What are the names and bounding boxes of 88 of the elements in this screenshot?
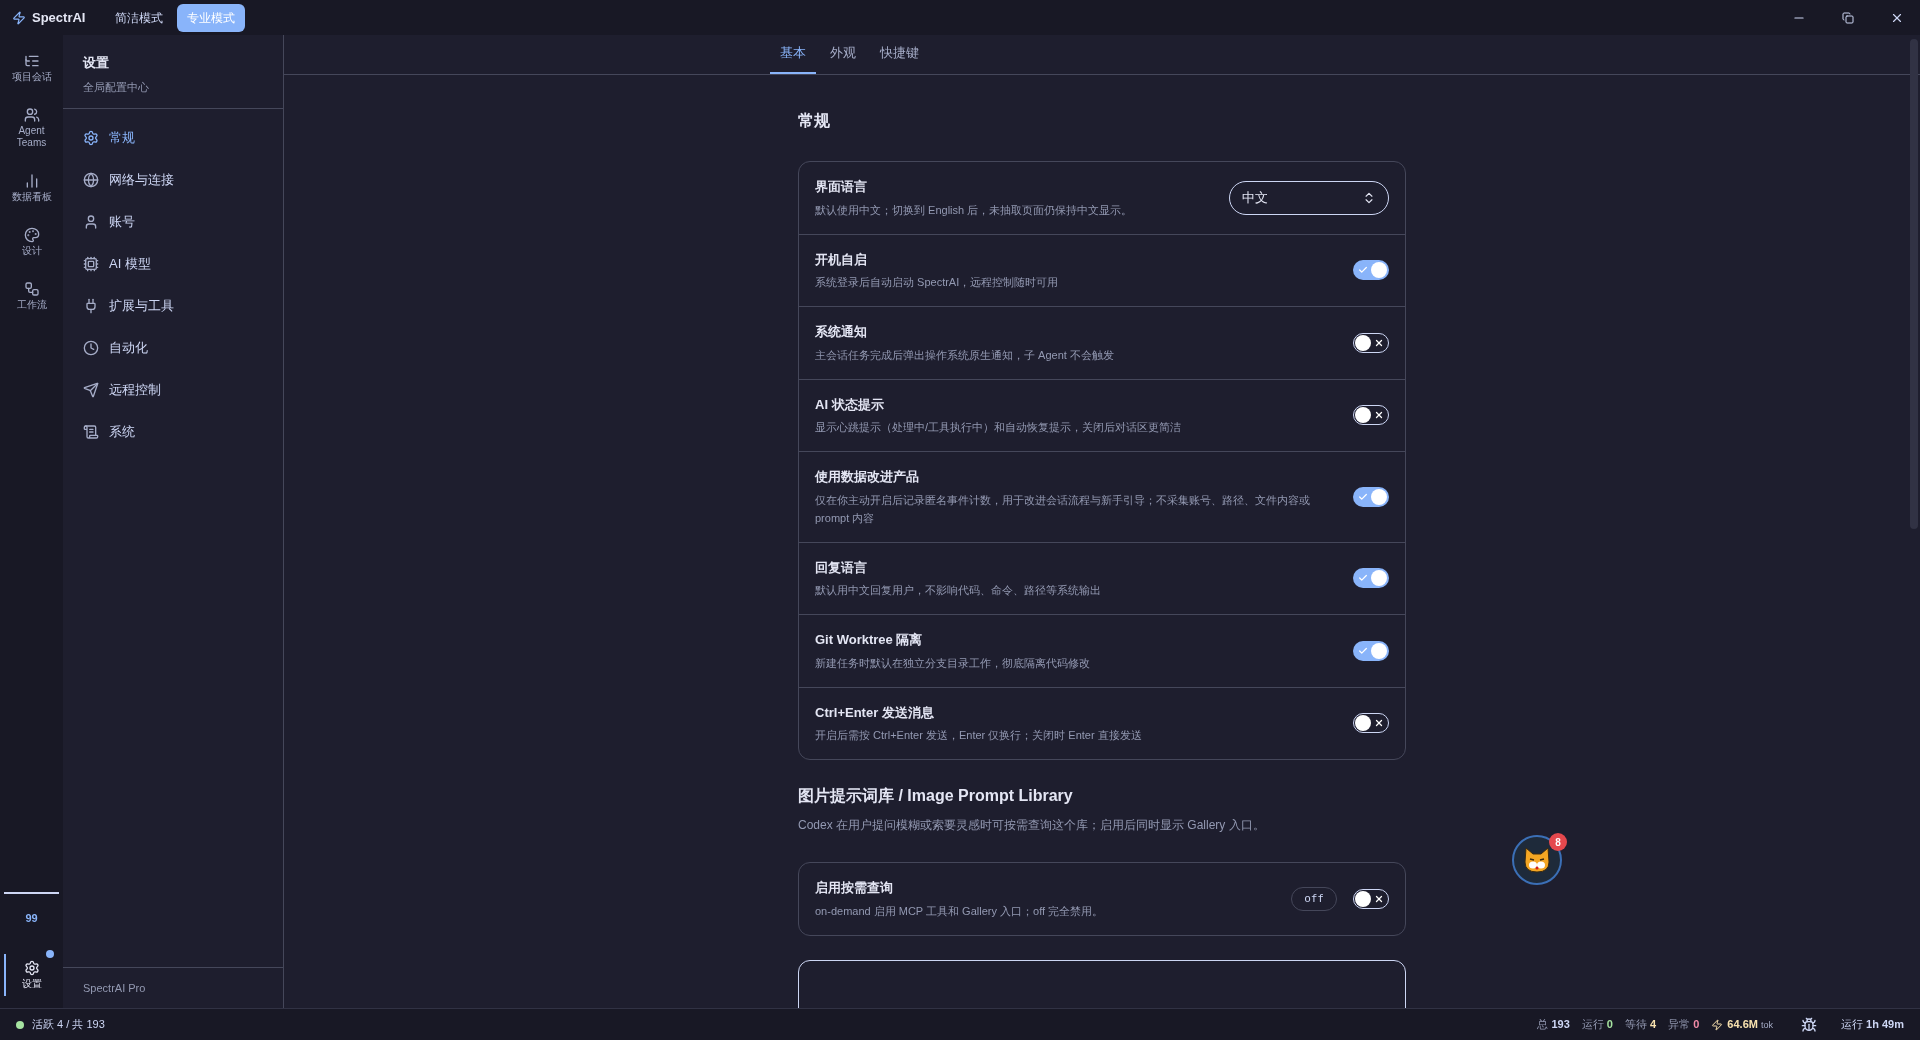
sidebar-subtitle: 全局配置中心 <box>83 79 150 95</box>
sidebar-item[interactable]: 扩展与工具 <box>73 285 273 327</box>
bolt-icon <box>12 10 26 25</box>
sidebar-item[interactable]: 账号 <box>73 201 273 243</box>
toggle-switch[interactable] <box>1353 568 1389 589</box>
chip-icon <box>83 256 99 272</box>
settings-icon <box>83 130 99 146</box>
setting-title: 启用按需查询 <box>815 879 894 897</box>
scrollbar-thumb[interactable] <box>1910 39 1918 529</box>
clock-icon <box>83 340 99 356</box>
toggle-switch[interactable] <box>1353 486 1389 507</box>
toggle-switch[interactable] <box>1353 260 1389 281</box>
sidebar-item[interactable]: 自动化 <box>73 327 273 369</box>
app-name: SpectrAI <box>32 8 86 27</box>
status-stat: 运行 0 <box>1581 1017 1613 1033</box>
sidebar-title: 设置 <box>83 54 110 72</box>
sidebar-item[interactable]: 系统 <box>73 411 273 453</box>
edition-label: SpectrAI Pro <box>83 980 146 996</box>
rail-item[interactable]: 设计 <box>5 221 58 263</box>
setting-description: 显示心跳提示（处理中/工具执行中）和自动恢复提示，关闭后对话区更简洁 <box>815 420 1183 435</box>
token-count: 64.6M tok <box>1727 1017 1773 1033</box>
tab[interactable]: 基本 <box>770 34 816 74</box>
setting-description: 新建任务时默认在独立分支目录工作，彻底隔离代码修改 <box>815 655 1091 671</box>
cat-icon <box>1522 846 1552 874</box>
status-stat: 异常 0 <box>1668 1017 1700 1033</box>
users-icon <box>23 107 40 123</box>
toggle-switch[interactable] <box>1353 332 1389 353</box>
check-icon <box>1358 491 1368 502</box>
toggle-switch[interactable] <box>1353 405 1389 426</box>
palette-icon <box>23 227 40 243</box>
bug-icon[interactable] <box>1801 1016 1817 1033</box>
tab[interactable]: 快捷键 <box>870 34 929 74</box>
setting-title: 界面语言 <box>815 178 868 196</box>
tab[interactable]: 外观 <box>820 34 866 74</box>
plug-icon <box>83 298 99 314</box>
sidebar-item[interactable]: 远程控制 <box>73 369 273 411</box>
assistant-button[interactable] <box>1512 835 1562 885</box>
setting-description: 默认使用中文；切换到 English 后，未抽取页面仍保持中文显示。 <box>815 202 1134 218</box>
sidebar-item[interactable]: AI 模型 <box>73 243 273 285</box>
rail-item[interactable]: 工作流 <box>5 275 58 317</box>
rail-item[interactable]: 项目会话 <box>5 47 58 89</box>
globe-icon <box>83 172 99 188</box>
status-stat: 等待 4 <box>1625 1017 1657 1033</box>
setting-title: 开机自启 <box>815 250 868 269</box>
sidebar-item[interactable]: 网络与连接 <box>73 159 273 201</box>
close-icon <box>1374 718 1384 729</box>
check-icon <box>1358 573 1368 584</box>
setting-description: 主会话任务完成后弹出操作系统原生通知，子 Agent 不会触发 <box>815 347 1115 363</box>
setting-title: 回复语言 <box>815 558 868 577</box>
setting-title: AI 状态提示 <box>815 395 885 414</box>
settings-icon <box>23 960 40 976</box>
status-stat: 总 193 <box>1537 1017 1570 1033</box>
check-icon <box>1358 645 1368 656</box>
close-icon <box>1374 410 1384 421</box>
section-heading: 图片提示词库 / Image Prompt Library <box>798 786 1074 806</box>
setting-description: on-demand 启用 MCP 工具和 Gallery 入口；off 完全禁用。 <box>815 903 1105 919</box>
close-icon <box>1374 893 1384 904</box>
close-icon <box>1374 337 1384 348</box>
mode-tab[interactable]: 简洁模式 <box>105 3 174 32</box>
setting-description: 仅在你主动开启后记录匿名事件计数，用于改进会话流程与新手引导；不采集账号、路径、文件内容或 prompt 内容 <box>815 492 1311 526</box>
rail-item[interactable]: 数据看板 <box>5 167 58 209</box>
restore-icon[interactable] <box>1842 11 1854 24</box>
setting-description: 默认用中文回复用户，不影响代码、命令、路径等系统输出 <box>815 583 1102 598</box>
section-description: Codex 在用户提问模糊或索要灵感时可按需查询这个库；启用后同时显示 Gallery 入口。 <box>798 817 1266 834</box>
counter: 99 <box>25 910 38 926</box>
uptime: 运行 1h 49m <box>1841 1017 1904 1033</box>
tree-icon <box>23 53 40 69</box>
toggle-switch[interactable] <box>1353 888 1389 909</box>
setting-description: 系统登录后自动启动 SpectrAI，远程控制随时可用 <box>815 275 1060 290</box>
toggle-switch[interactable] <box>1353 713 1389 734</box>
check-icon <box>1358 265 1368 276</box>
sidebar-item[interactable]: 常规 <box>73 117 273 159</box>
setting-description: 开启后需按 Ctrl+Enter 发送，Enter 仅换行；关闭时 Enter 直接发送 <box>815 728 1143 743</box>
setting-title: 使用数据改进产品 <box>815 468 920 486</box>
setting-title: Ctrl+Enter 发送消息 <box>815 703 935 722</box>
rail-item[interactable]: 设置 <box>21 954 42 996</box>
scroll-icon <box>83 424 99 440</box>
section-heading: 常规 <box>798 111 831 131</box>
setting-title: Git Worktree 隔离 <box>815 631 924 649</box>
rail-item[interactable]: Agent Teams <box>5 101 58 155</box>
send-icon <box>83 382 99 398</box>
bolt-icon <box>1711 1018 1724 1031</box>
workflow-icon <box>23 281 40 297</box>
notification-badge: 8 <box>1549 833 1567 851</box>
user-icon <box>83 214 99 230</box>
toggle-switch[interactable] <box>1353 640 1389 661</box>
setting-title: 系统通知 <box>815 323 868 341</box>
session-summary: 活跃 4 / 共 193 <box>32 1017 105 1033</box>
